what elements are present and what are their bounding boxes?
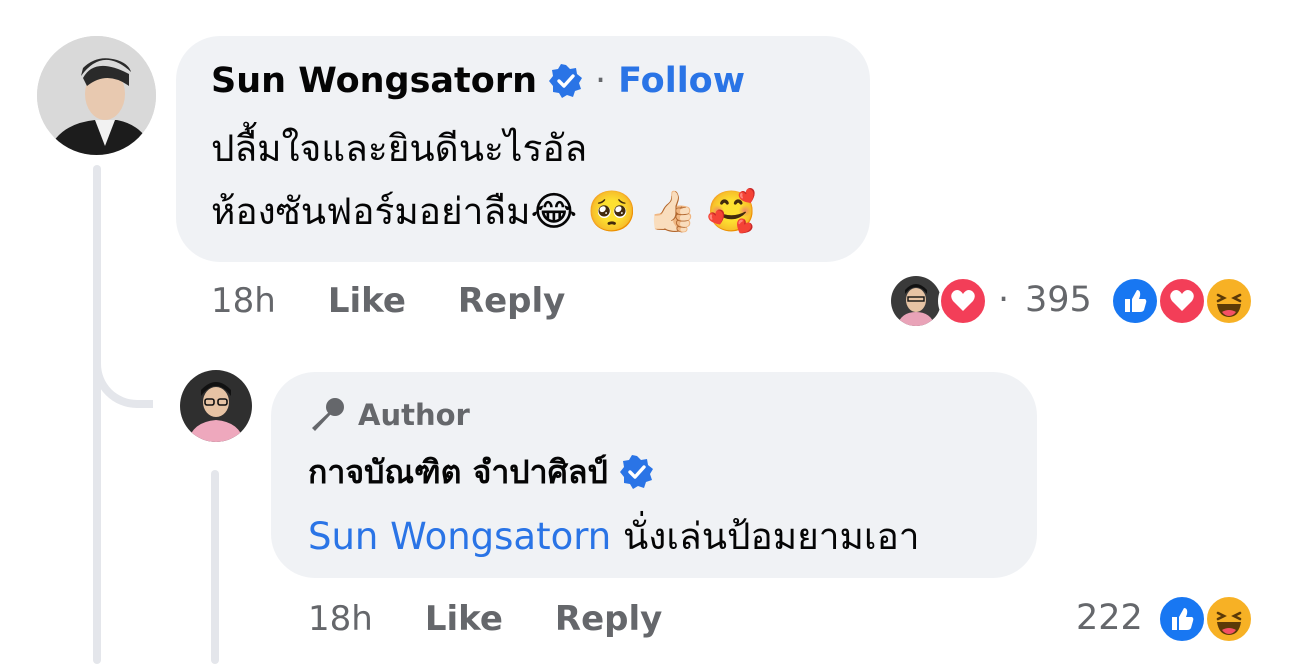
verified-badge-icon-reply: [619, 455, 654, 489]
comment-text-line2: ห้องซันฟอร์มอย่าลืม 😂 🥺 👍🏻 🥰: [211, 187, 757, 237]
comment-like-button[interactable]: Like: [328, 281, 406, 321]
joy-emoji: 😂: [530, 189, 578, 235]
microphone-icon: [308, 396, 346, 434]
comment-reaction-count[interactable]: 395: [1025, 280, 1092, 320]
thread-connector: [93, 340, 153, 408]
reply-author-name[interactable]: กาจบัณฑิต จำปาศิลป์: [308, 447, 608, 498]
reply-like-button[interactable]: Like: [425, 599, 503, 639]
follow-button[interactable]: Follow: [618, 61, 745, 101]
reactor-avatar[interactable]: [891, 276, 941, 326]
reply-actions: 18h Like Reply: [308, 596, 662, 642]
comment-timestamp[interactable]: 18h: [211, 281, 276, 321]
reply-text-content: นั่งเล่นป้อมยามเอา: [611, 515, 920, 558]
commenter-avatar[interactable]: [37, 36, 156, 155]
like-reaction-icon: [1110, 276, 1160, 326]
mention-link[interactable]: Sun Wongsatorn: [308, 515, 611, 558]
comment-text-line1: ปลื้มใจและยินดีนะไรอัล: [211, 127, 588, 170]
reply-haha-reaction-icon: [1204, 594, 1254, 644]
reply-like-reaction-icon: [1157, 594, 1207, 644]
haha-reaction-icon: [1204, 276, 1254, 326]
reaction-separator: ·: [998, 280, 1010, 320]
commenter-name[interactable]: Sun Wongsatorn: [211, 61, 537, 101]
comment-reply-button[interactable]: Reply: [458, 281, 565, 321]
verified-badge-icon: [549, 64, 583, 98]
comment-text-line2-text: ห้องซันฟอร์มอย่าลืม: [211, 190, 531, 233]
love-reaction-icon: [938, 276, 988, 326]
author-badge: Author: [308, 395, 470, 435]
reply-author-avatar[interactable]: [180, 370, 252, 442]
reply-header: กาจบัณฑิต จำปาศิลป์: [308, 450, 654, 494]
author-badge-label: Author: [358, 398, 470, 432]
pleading-emoji: 🥺: [587, 189, 638, 235]
reply-text: Sun Wongsatorn นั่งเล่นป้อมยามเอา: [308, 512, 920, 562]
smiling-hearts-emoji: 🥰: [706, 189, 757, 235]
thread-line-reply: [211, 470, 219, 664]
follow-separator: ·: [595, 61, 607, 101]
comment-header: Sun Wongsatorn · Follow: [211, 57, 745, 105]
thread-line-main: [93, 165, 101, 664]
love-reaction-icon-2: [1157, 276, 1207, 326]
comment-actions: 18h Like Reply: [211, 278, 565, 324]
reply-reaction-count[interactable]: 222: [1076, 598, 1143, 638]
reply-timestamp[interactable]: 18h: [308, 599, 373, 639]
reply-reply-button[interactable]: Reply: [555, 599, 662, 639]
thumbs-up-emoji: 👍🏻: [647, 189, 697, 235]
